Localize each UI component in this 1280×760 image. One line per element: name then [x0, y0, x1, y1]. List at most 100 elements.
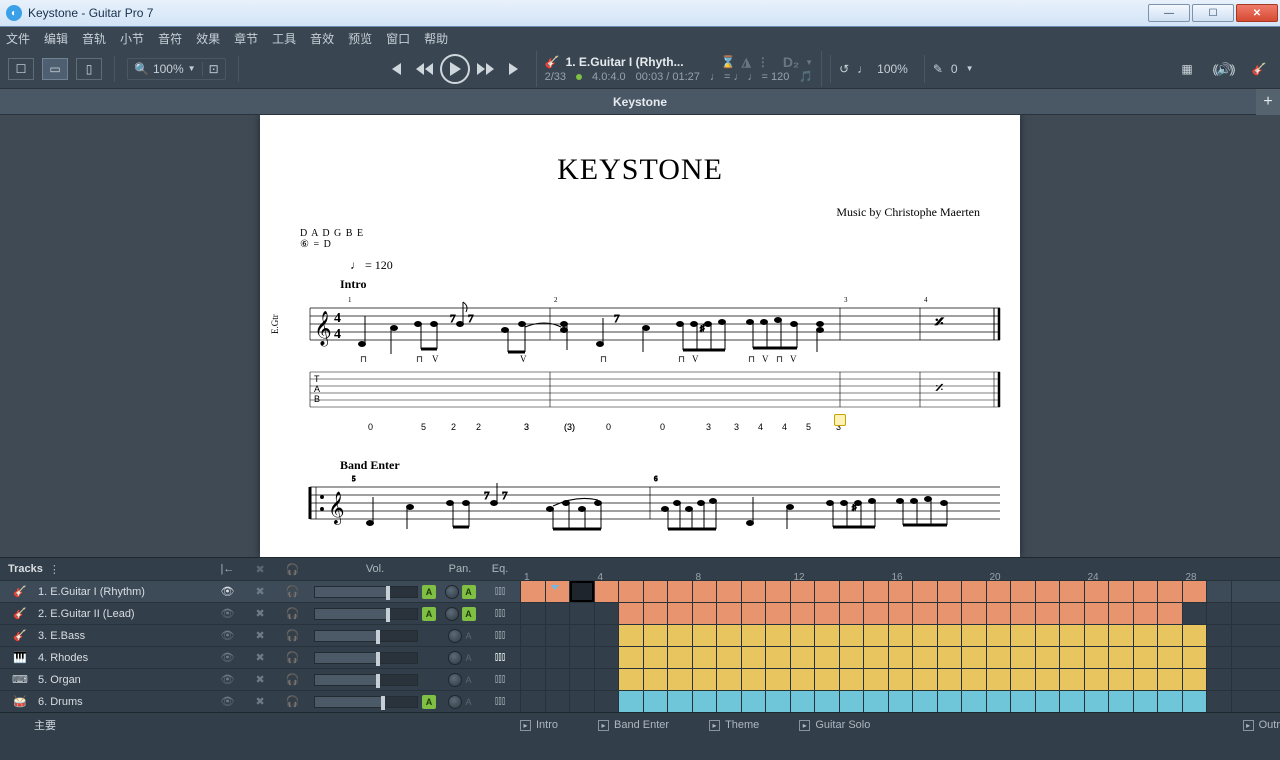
volume-slider[interactable] [314, 630, 418, 642]
pan-knob[interactable] [448, 673, 462, 687]
menu-item[interactable]: 工具 [272, 30, 296, 47]
fret-number[interactable]: 2 [476, 422, 481, 432]
staff-system-1[interactable]: E.Gtr 𝄞 4 4 12 34 [300, 294, 980, 432]
menu-item[interactable]: 文件 [6, 30, 30, 47]
fret-number[interactable]: 0 [660, 422, 665, 432]
menu-item[interactable]: 小节 [120, 30, 144, 47]
visibility-icon[interactable]: 👁 [221, 651, 235, 664]
collapse-icon[interactable]: |← [221, 563, 235, 576]
go-start-button[interactable] [382, 58, 408, 80]
menu-item[interactable]: 帮助 [424, 30, 448, 47]
automation-badge[interactable]: A [422, 585, 436, 599]
section-marker[interactable]: ▸Outr [1243, 719, 1280, 731]
fret-number[interactable]: 5 [806, 422, 811, 432]
tuner-button[interactable]: ((🔊)) [1210, 58, 1236, 80]
mute-icon[interactable]: ✖ [256, 607, 265, 620]
automation-badge[interactable]: A [462, 585, 476, 599]
track-row[interactable]: 🎸3. E.Bass👁✖🎧A⫾⫾⫾ [0, 624, 1280, 646]
visibility-icon[interactable]: 👁 [221, 585, 235, 598]
automation-badge[interactable]: A [422, 607, 436, 621]
fret-number[interactable]: 4 [782, 422, 787, 432]
more-icon[interactable]: ⋮ [757, 55, 769, 69]
eq-icon[interactable]: ⫾⫾⫾ [495, 673, 506, 686]
tracks-menu-icon[interactable]: ⋮ [49, 563, 60, 576]
rewind-button[interactable] [411, 58, 437, 80]
section-marker[interactable]: ▸Band Enter [598, 719, 669, 731]
tuning-fork-icon[interactable]: 🎵 [799, 70, 813, 83]
mute-icon[interactable]: ✖ [256, 651, 265, 664]
close-button[interactable]: ✕ [1236, 4, 1278, 22]
track-timeline[interactable] [520, 625, 1280, 646]
solo-icon[interactable]: 🎧 [286, 651, 300, 664]
visibility-icon[interactable]: 👁 [221, 695, 235, 708]
loop-chip[interactable]: ↺ ♩ 100% [830, 55, 916, 83]
view-horizontal-button[interactable]: ▭ [42, 58, 68, 80]
track-row[interactable]: 🎸1. E.Guitar I (Rhythm)👁✖🎧AA⫾⫾⫾ [0, 580, 1280, 602]
menu-item[interactable]: 音轨 [82, 30, 106, 47]
fret-number[interactable]: 3 [734, 422, 739, 432]
mute-icon[interactable]: ✖ [256, 585, 265, 598]
view-vertical-button[interactable]: ▯ [76, 58, 102, 80]
volume-slider[interactable] [314, 608, 418, 620]
track-timeline[interactable] [520, 581, 1280, 602]
menu-item[interactable]: 效果 [196, 30, 220, 47]
menu-item[interactable]: 预览 [348, 30, 372, 47]
eq-icon[interactable]: ⫾⫾⫾ [495, 629, 506, 642]
fret-number[interactable]: 4 [758, 422, 763, 432]
visibility-icon[interactable]: 👁 [221, 629, 235, 642]
minimize-button[interactable]: — [1148, 4, 1190, 22]
automation-off[interactable]: A [465, 675, 471, 685]
document-tab[interactable]: Keystone [613, 95, 667, 109]
fret-number[interactable]: 2 [451, 422, 456, 432]
automation-badge[interactable]: A [462, 607, 476, 621]
eq-icon[interactable]: ⫾⫾⫾ [495, 651, 506, 664]
track-timeline[interactable] [520, 647, 1280, 668]
mute-header-icon[interactable]: ✖ [255, 563, 264, 576]
fret-number[interactable]: 0 [368, 422, 373, 432]
fret-number[interactable]: 5 [421, 422, 426, 432]
chevron-down-icon[interactable]: ▼ [805, 58, 813, 67]
volume-slider[interactable] [314, 652, 418, 664]
mute-icon[interactable]: ✖ [256, 629, 265, 642]
instrument-panel-button[interactable]: 🎸 [1246, 58, 1272, 80]
solo-icon[interactable]: 🎧 [286, 585, 300, 598]
section-marker[interactable]: ▸Guitar Solo [799, 719, 870, 731]
track-row[interactable]: 🎹4. Rhodes👁✖🎧A⫾⫾⫾ [0, 646, 1280, 668]
track-row[interactable]: 🎸2. E.Guitar II (Lead)👁✖🎧AA⫾⫾⫾ [0, 602, 1280, 624]
eq-icon[interactable]: ⫾⫾⫾ [495, 695, 506, 708]
fretboard-button[interactable]: ▦ [1174, 58, 1200, 80]
visibility-icon[interactable]: 👁 [221, 607, 235, 620]
volume-slider[interactable] [314, 586, 418, 598]
pan-knob[interactable] [448, 651, 462, 665]
automation-off[interactable]: A [465, 653, 471, 663]
solo-header-icon[interactable]: 🎧 [286, 563, 300, 576]
volume-slider[interactable] [314, 674, 418, 686]
menu-item[interactable]: 音效 [310, 30, 334, 47]
pan-knob[interactable] [445, 607, 459, 621]
staff-system-2[interactable]: 𝄞 56 77 [300, 475, 980, 535]
eq-icon[interactable]: ⫾⫾⫾ [495, 607, 506, 620]
hourglass-icon[interactable]: ⌛ [721, 55, 736, 69]
automation-off[interactable]: A [465, 697, 471, 707]
zoom-control[interactable]: 🔍100%▼ ⊡ [127, 58, 226, 80]
fret-number[interactable]: (3) [564, 422, 575, 432]
mute-icon[interactable]: ✖ [256, 673, 265, 686]
view-single-page-button[interactable]: ☐ [8, 58, 34, 80]
eq-icon[interactable]: ⫾⫾⫾ [495, 585, 506, 598]
zoom-fit-button[interactable]: ⊡ [203, 62, 225, 76]
track-row[interactable]: 🥁6. Drums👁✖🎧AA⫾⫾⫾ [0, 690, 1280, 712]
automation-badge[interactable]: A [422, 695, 436, 709]
track-timeline[interactable] [520, 669, 1280, 690]
transpose-chip[interactable]: ✎ 0 ▼ [924, 55, 982, 83]
solo-icon[interactable]: 🎧 [286, 673, 300, 686]
volume-slider[interactable] [314, 696, 418, 708]
maximize-button[interactable]: ☐ [1192, 4, 1234, 22]
section-marker[interactable]: ▸Intro [520, 719, 558, 731]
menu-item[interactable]: 窗口 [386, 30, 410, 47]
metronome-icon[interactable]: ◮ [742, 55, 751, 69]
menu-item[interactable]: 编辑 [44, 30, 68, 47]
play-button[interactable] [440, 54, 470, 84]
menu-item[interactable]: 音符 [158, 30, 182, 47]
automation-off[interactable]: A [465, 631, 471, 641]
fret-number[interactable]: 3 [524, 422, 529, 432]
